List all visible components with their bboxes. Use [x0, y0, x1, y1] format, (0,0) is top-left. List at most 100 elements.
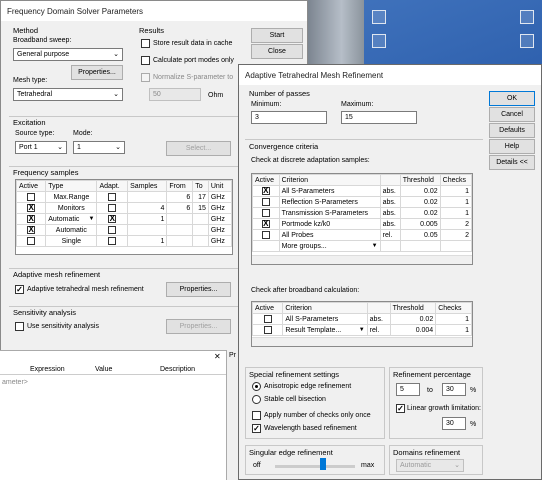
crit-type-cell[interactable]: rel. [379, 229, 401, 241]
freq-type-cell[interactable]: Monitors [45, 202, 98, 214]
bb-active-checkbox[interactable] [263, 326, 272, 334]
crit-checks-cell[interactable]: 2 [439, 218, 473, 230]
freq-active-cell[interactable] [15, 235, 47, 247]
freq-active-checkbox[interactable] [27, 237, 36, 245]
freq-from-cell[interactable] [166, 224, 194, 236]
crit-active-checkbox[interactable]: X [261, 220, 270, 228]
broadband-properties-button[interactable]: Properties... [71, 65, 123, 80]
crit-active-cell[interactable]: X [252, 218, 280, 230]
close-button[interactable]: Close [251, 44, 303, 59]
freq-samples-cell[interactable]: 1 [127, 235, 168, 247]
bb-threshold-cell[interactable]: 0.02 [389, 313, 437, 325]
crit-checks-cell[interactable]: 1 [439, 185, 473, 197]
freq-adapt-cell[interactable] [96, 235, 129, 247]
maximum-input[interactable]: 15 [341, 111, 417, 124]
bb-scrollbar[interactable] [252, 337, 472, 346]
mode-select[interactable]: 1 ⌄ [73, 141, 125, 154]
domains-select[interactable]: Automatic ⌄ [396, 459, 464, 472]
panel-close-icon[interactable]: ✕ [214, 352, 221, 361]
freq-from-cell[interactable] [166, 213, 194, 225]
aniso-radio[interactable] [252, 382, 261, 391]
bb-active-checkbox[interactable] [263, 315, 272, 323]
freq-active-cell[interactable]: X [15, 213, 47, 225]
singular-slider-thumb[interactable] [320, 458, 326, 470]
freq-row[interactable]: Max.Range 6 17 GHz [15, 191, 233, 203]
crit-row[interactable]: Transmission S-Parameters abs. 0.02 1 [252, 207, 473, 219]
freq-row[interactable]: X Monitors 4 6 15 GHz [15, 202, 233, 214]
freq-active-checkbox[interactable]: X [27, 226, 36, 234]
freq-to-cell[interactable] [192, 235, 209, 247]
freq-type-cell[interactable]: Single [45, 235, 98, 247]
adaptive-tet-checkbox[interactable]: ✓ [15, 285, 24, 294]
freq-adapt-checkbox[interactable] [108, 193, 117, 201]
side-panel-tab[interactable]: Pr [229, 352, 236, 359]
crit-threshold-cell[interactable]: 0.05 [399, 229, 441, 241]
freq-active-checkbox[interactable] [27, 193, 36, 201]
details-button[interactable]: Details << [489, 155, 535, 170]
bb-active-cell[interactable] [251, 313, 284, 325]
crit-row[interactable]: X Portmode kz/k0 abs. 0.005 2 [252, 218, 473, 230]
singular-slider-track[interactable] [275, 465, 355, 468]
freq-samples-cell[interactable] [127, 191, 168, 203]
freq-from-cell[interactable]: 6 [166, 191, 194, 203]
freq-adapt-cell[interactable] [96, 202, 129, 214]
freq-unit-cell[interactable]: GHz [207, 224, 233, 236]
pct-from-input[interactable]: 5 [396, 383, 420, 396]
adaptive-properties-button[interactable]: Properties... [166, 282, 231, 297]
linear-growth-checkbox[interactable]: ✓ [396, 404, 405, 413]
select-button[interactable]: Select... [166, 141, 231, 156]
stable-radio[interactable] [252, 395, 261, 404]
calc-port-modes-checkbox[interactable] [141, 56, 150, 65]
crit-checks-cell[interactable]: 2 [439, 229, 473, 241]
crit-active-checkbox[interactable] [261, 231, 270, 239]
crit-threshold-cell[interactable]: 0.005 [399, 218, 441, 230]
ohm-input[interactable]: 50 [149, 88, 201, 101]
crit-criterion-cell[interactable]: Portmode kz/k0 [278, 218, 381, 230]
crit-row[interactable]: X All S-Parameters abs. 0.02 1 [252, 185, 473, 197]
freq-row[interactable]: Single 1 GHz [15, 235, 233, 247]
bb-criterion-cell[interactable]: All S-Parameters [282, 313, 368, 325]
freq-adapt-cell[interactable] [96, 224, 129, 236]
bb-checks-cell[interactable]: 1 [435, 324, 472, 336]
bb-type-cell[interactable]: abs. [366, 313, 391, 325]
param-col-value[interactable]: Value [95, 366, 112, 373]
defaults-button[interactable]: Defaults [489, 123, 535, 138]
freq-active-cell[interactable] [15, 191, 47, 203]
desktop-icon[interactable] [372, 10, 386, 24]
freq-row[interactable]: X Automatic ▼ X 1 GHz [15, 213, 233, 225]
crit-checks-cell[interactable]: 1 [439, 196, 473, 208]
crit-row[interactable]: All Probes rel. 0.05 2 [252, 229, 473, 241]
crit-criterion-cell[interactable]: All Probes [278, 229, 381, 241]
freq-type-cell[interactable]: Max.Range [45, 191, 98, 203]
crit-criterion-cell[interactable]: All S-Parameters [278, 185, 381, 197]
crit-row[interactable]: Reflection S-Parameters abs. 0.02 1 [252, 196, 473, 208]
freq-to-cell[interactable] [192, 213, 209, 225]
freq-row[interactable]: X Automatic GHz [15, 224, 233, 236]
help-button[interactable]: Help [489, 139, 535, 154]
ok-button[interactable]: OK [489, 91, 535, 106]
freq-to-cell[interactable] [192, 224, 209, 236]
freq-active-checkbox[interactable]: X [27, 204, 36, 212]
freq-unit-cell[interactable]: GHz [207, 213, 233, 225]
freq-adapt-checkbox[interactable] [108, 226, 117, 234]
freq-adapt-checkbox[interactable] [108, 204, 117, 212]
crit-active-checkbox[interactable]: X [261, 187, 270, 195]
bb-active-cell[interactable] [251, 324, 284, 336]
pct-to-input[interactable]: 30 [442, 383, 466, 396]
crit-active-cell[interactable] [252, 229, 280, 241]
bb-row[interactable]: All S-Parameters abs. 0.02 1 [251, 313, 472, 325]
freq-active-cell[interactable]: X [15, 224, 47, 236]
bb-type-cell[interactable]: rel. [366, 324, 391, 336]
freq-type-cell[interactable]: Automatic ▼ [45, 213, 98, 225]
param-col-expression[interactable]: Expression [30, 366, 65, 373]
crit-type-cell[interactable]: abs. [379, 218, 401, 230]
crit-active-cell[interactable] [252, 207, 280, 219]
desktop-icon[interactable] [372, 34, 386, 48]
freq-unit-cell[interactable]: GHz [207, 191, 233, 203]
desktop-icon[interactable] [520, 10, 534, 24]
bb-criterion-cell[interactable]: Result Template... ▼ [282, 324, 368, 336]
freq-type-cell[interactable]: Automatic [45, 224, 98, 236]
crit-criterion-cell[interactable]: Reflection S-Parameters [278, 196, 381, 208]
broadband-select[interactable]: General purpose ⌄ [13, 48, 123, 61]
freq-adapt-checkbox[interactable] [108, 237, 117, 245]
